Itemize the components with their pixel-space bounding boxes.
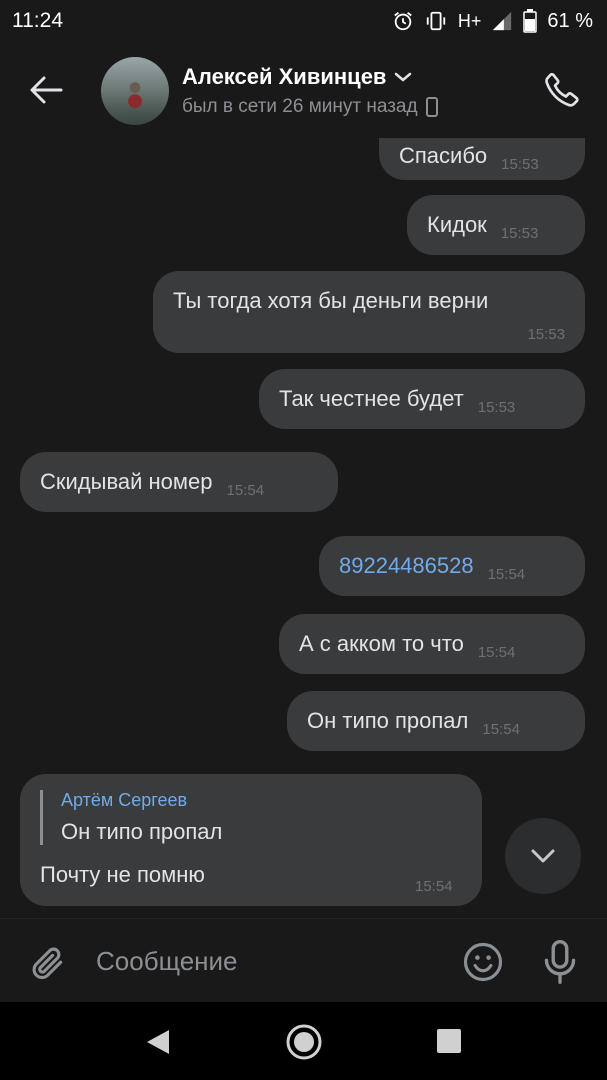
nav-home-icon — [286, 1024, 322, 1060]
chevron-down-icon — [531, 849, 555, 863]
contact-name: Алексей Хивинцев — [182, 64, 387, 89]
status-time: 11:24 — [12, 9, 63, 32]
message-input[interactable] — [96, 939, 436, 983]
message-composer — [0, 918, 607, 1002]
message-text: Так честнее будет — [279, 386, 464, 411]
phone-number-link[interactable]: 89224486528 — [339, 553, 474, 579]
back-button[interactable] — [26, 70, 66, 110]
message-time: 15:53 — [527, 326, 565, 343]
message-text: Почту не помню — [40, 862, 205, 887]
status-icons: H+ 61 % — [392, 9, 593, 33]
message-time: 15:53 — [500, 224, 539, 242]
message-time: 15:54 — [487, 565, 526, 583]
back-arrow-icon — [30, 76, 63, 104]
contact-status: был в сети 26 минут назад — [182, 96, 418, 117]
attach-button[interactable] — [26, 941, 70, 985]
quote-author: Артём Сергеев — [61, 790, 188, 810]
message-time: 15:54 — [482, 720, 520, 738]
message-bubble[interactable]: Скидывай номер 15:54 — [20, 452, 338, 512]
chevron-down-icon — [395, 72, 412, 82]
reply-quote[interactable]: Артём Сергеев Он типо пропал — [40, 790, 222, 845]
alarm-icon — [392, 10, 414, 32]
message-time: 15:54 — [477, 643, 516, 661]
nav-home-button[interactable] — [284, 1022, 324, 1062]
nav-back-icon — [147, 1030, 169, 1054]
nav-back-button[interactable] — [140, 1024, 176, 1060]
microphone-icon — [544, 940, 576, 984]
message-text: Спасибо — [399, 143, 488, 168]
status-bar: 11:24 H+ 61 % — [0, 0, 607, 42]
vibrate-icon — [424, 10, 448, 32]
emoji-icon — [463, 942, 503, 982]
message-text: Кидок — [427, 212, 487, 237]
battery-icon — [523, 9, 538, 33]
signal-icon — [491, 10, 513, 32]
message-bubble[interactable]: Так честнее будет 15:53 — [259, 369, 585, 429]
contact-avatar[interactable] — [101, 57, 169, 125]
message-time: 15:54 — [415, 878, 453, 895]
emoji-button[interactable] — [460, 939, 506, 985]
message-list[interactable]: Спасибо 15:53 Кидок 15:53 Ты тогда хотя … — [0, 138, 607, 918]
contact-info[interactable]: Алексей Хивинцев был в сети 26 минут наз… — [182, 64, 438, 118]
message-text: Ты тогда хотя бы деньги верни — [173, 288, 489, 313]
message-bubble[interactable]: Ты тогда хотя бы деньги верни 15:53 — [153, 271, 585, 353]
message-time: 15:53 — [477, 398, 516, 416]
message-bubble[interactable]: Он типо пропал 15:54 — [287, 691, 585, 751]
message-bubble[interactable]: 89224486528 15:54 — [319, 536, 585, 596]
message-bubble[interactable]: А с акком то что 15:54 — [279, 614, 585, 674]
message-text: Он типо пропал — [307, 708, 469, 733]
message-bubble[interactable]: Спасибо 15:53 — [379, 138, 585, 180]
chat-header: Алексей Хивинцев был в сети 26 минут наз… — [0, 42, 607, 138]
battery-percent: 61 % — [547, 9, 593, 32]
message-bubble[interactable]: Кидок 15:53 — [407, 195, 585, 255]
voice-message-button[interactable] — [538, 937, 582, 987]
paperclip-icon — [32, 947, 63, 980]
reply-message-bubble[interactable]: Артём Сергеев Он типо пропал Почту не по… — [20, 774, 482, 906]
call-button[interactable] — [540, 68, 584, 112]
message-time: 15:54 — [226, 481, 265, 499]
scroll-to-bottom-button[interactable] — [505, 818, 581, 894]
nav-recents-icon — [437, 1029, 461, 1053]
phone-icon — [545, 72, 579, 107]
quote-text: Он типо пропал — [61, 819, 223, 844]
message-time: 15:53 — [501, 155, 539, 173]
system-nav-bar — [0, 1002, 607, 1080]
nav-recents-button[interactable] — [434, 1026, 464, 1056]
message-text: А с акком то что — [299, 631, 464, 656]
message-text: Скидывай номер — [40, 469, 213, 494]
network-type: H+ — [457, 10, 482, 31]
mobile-device-icon — [425, 97, 438, 117]
